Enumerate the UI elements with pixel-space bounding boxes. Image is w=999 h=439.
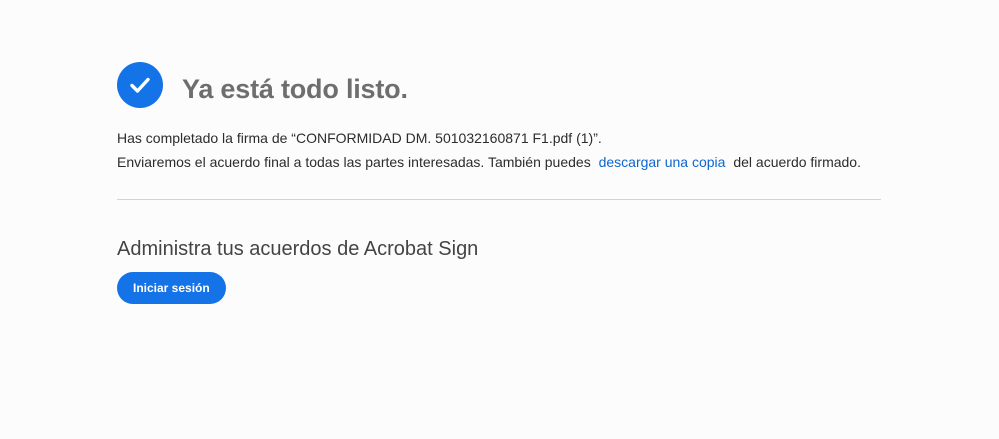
download-copy-link[interactable]: descargar una copia <box>599 154 726 170</box>
page: Ya está todo listo. Has completado la fi… <box>0 0 999 439</box>
success-title: Ya está todo listo. <box>182 73 408 104</box>
signin-button[interactable]: Iniciar sesión <box>117 272 226 304</box>
success-header: Ya está todo listo. <box>117 62 881 108</box>
signing-message: Has completado la firma de “CONFORMIDAD … <box>117 126 881 174</box>
divider <box>117 199 881 200</box>
checkmark-icon <box>130 77 150 93</box>
send-copy-text: Enviaremos el acuerdo final a todas las … <box>117 150 881 174</box>
send-copy-text-after: del acuerdo firmado. <box>733 154 861 170</box>
confirmation-panel: Ya está todo listo. Has completado la fi… <box>117 62 881 304</box>
send-copy-text-before: Enviaremos el acuerdo final a todas las … <box>117 154 591 170</box>
checkmark-circle-icon <box>117 62 163 108</box>
completion-text: Has completado la firma de “CONFORMIDAD … <box>117 130 602 146</box>
manage-agreements-heading: Administra tus acuerdos de Acrobat Sign <box>117 238 479 260</box>
